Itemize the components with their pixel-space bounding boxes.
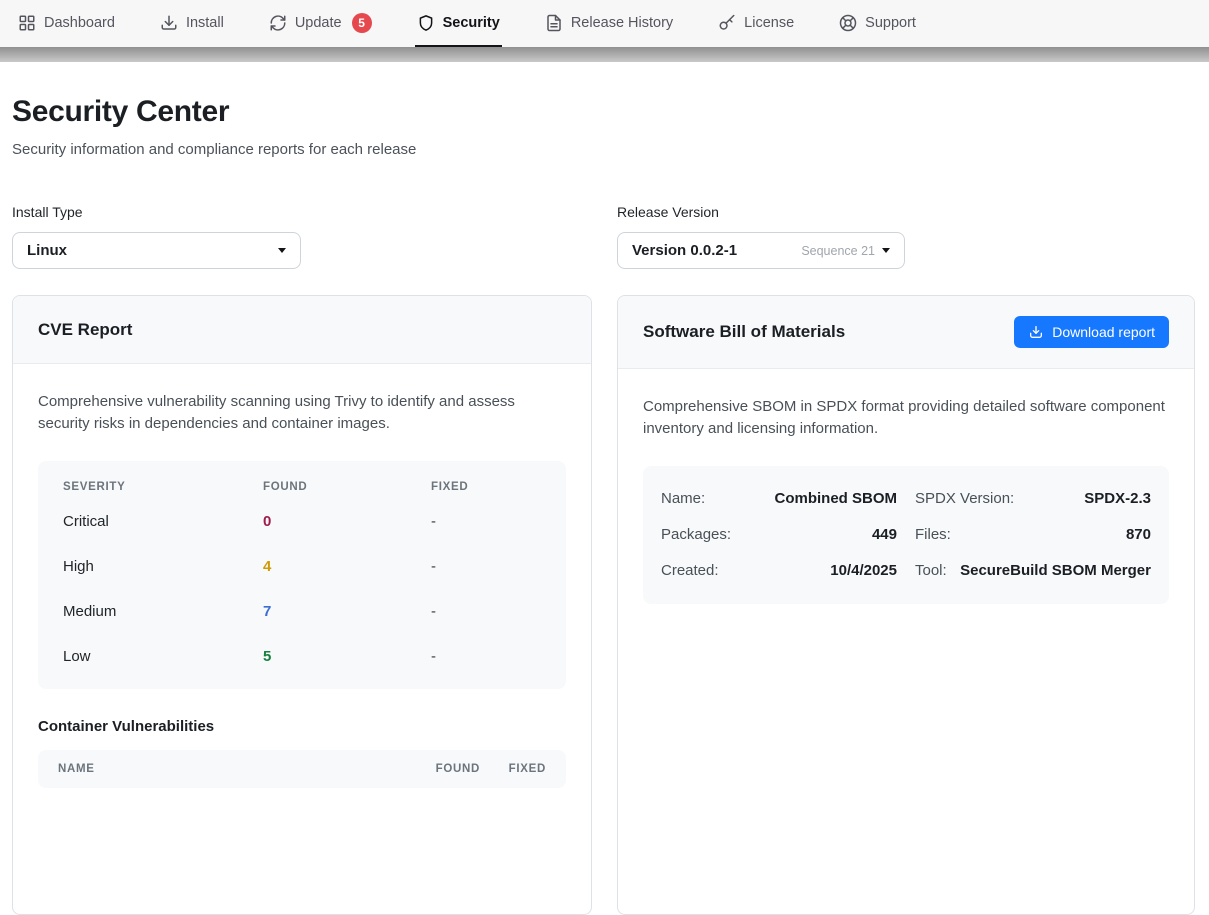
download-icon [1028, 324, 1044, 340]
refresh-icon [269, 14, 287, 32]
cve-card-body: Comprehensive vulnerability scanning usi… [13, 364, 591, 815]
found-col-header: FOUND [263, 481, 431, 493]
page-title: Security Center [12, 95, 1197, 129]
severity-name: Critical [63, 513, 263, 530]
download-report-button[interactable]: Download report [1014, 316, 1169, 348]
install-type-select[interactable]: Linux [12, 232, 301, 269]
table-row: High 4 - [63, 544, 541, 589]
severity-found-count: 5 [263, 648, 431, 665]
nav-item-dashboard[interactable]: Dashboard [16, 0, 117, 47]
nav-label: Update [295, 15, 342, 31]
nav-label: Release History [571, 15, 673, 31]
fixed-col-header: FIXED [431, 481, 541, 493]
update-count-badge: 5 [352, 13, 372, 33]
severity-found-count: 7 [263, 603, 431, 620]
severity-fixed-count: - [431, 648, 541, 665]
shield-icon [417, 14, 435, 32]
sbom-card-header: Software Bill of Materials Download repo… [618, 296, 1194, 369]
main-content: Security Center Security information and… [0, 95, 1209, 915]
severity-found-count: 0 [263, 513, 431, 530]
nav-item-install[interactable]: Install [158, 0, 226, 47]
sbom-detail-files: Files: 870 [915, 517, 1151, 553]
nav-label: Support [865, 15, 916, 31]
cve-card-header: CVE Report [13, 296, 591, 364]
sbom-card: Software Bill of Materials Download repo… [617, 295, 1195, 915]
detail-label: SPDX Version: [915, 490, 1014, 507]
key-icon [718, 14, 736, 32]
nav-label: Security [443, 15, 500, 31]
cards-row: CVE Report Comprehensive vulnerability s… [12, 295, 1197, 915]
detail-value: Combined SBOM [775, 490, 898, 507]
nav-item-license[interactable]: License [716, 0, 796, 47]
cve-description: Comprehensive vulnerability scanning usi… [38, 391, 566, 435]
detail-label: Created: [661, 562, 719, 579]
severity-name: Low [63, 648, 263, 665]
dashboard-icon [18, 14, 36, 32]
download-icon [160, 14, 178, 32]
sbom-description: Comprehensive SBOM in SPDX format provid… [643, 396, 1169, 440]
table-row: Critical 0 - [63, 499, 541, 544]
severity-name: Medium [63, 603, 263, 620]
detail-value: 10/4/2025 [830, 562, 897, 579]
file-text-icon [545, 14, 563, 32]
severity-fixed-count: - [431, 558, 541, 575]
sbom-detail-name: Name: Combined SBOM [661, 481, 897, 517]
install-type-field: Install Type Linux [12, 204, 592, 269]
release-version-value: Version 0.0.2-1 [632, 242, 737, 259]
top-nav: Dashboard Install Update 5 Security Rele… [0, 0, 1209, 47]
nav-label: License [744, 15, 794, 31]
detail-value: SecureBuild SBOM Merger [960, 562, 1151, 579]
sbom-card-title: Software Bill of Materials [643, 322, 845, 342]
severity-col-header: SEVERITY [63, 481, 263, 493]
release-sequence-label: Sequence 21 [801, 244, 875, 258]
nav-item-update[interactable]: Update 5 [267, 0, 374, 47]
life-buoy-icon [839, 14, 857, 32]
cve-card-title: CVE Report [38, 320, 132, 340]
install-type-label: Install Type [12, 204, 592, 220]
nav-item-release-history[interactable]: Release History [543, 0, 675, 47]
fixed-col-header: FIXED [480, 763, 546, 775]
nav-label: Dashboard [44, 15, 115, 31]
chevron-down-icon [882, 248, 890, 253]
page-subtitle: Security information and compliance repo… [12, 141, 1197, 158]
install-type-value: Linux [27, 242, 67, 259]
container-vulnerabilities-title: Container Vulnerabilities [38, 718, 566, 735]
nav-item-security[interactable]: Security [415, 0, 502, 47]
detail-value: SPDX-2.3 [1084, 490, 1151, 507]
chevron-down-icon [278, 248, 286, 253]
release-version-label: Release Version [617, 204, 1195, 220]
detail-value: 870 [1126, 526, 1151, 543]
sbom-card-body: Comprehensive SBOM in SPDX format provid… [618, 369, 1194, 631]
sbom-detail-created: Created: 10/4/2025 [661, 553, 897, 589]
sbom-detail-tool: Tool: SecureBuild SBOM Merger [915, 553, 1151, 589]
severity-fixed-count: - [431, 603, 541, 620]
download-report-label: Download report [1052, 324, 1155, 340]
detail-label: Name: [661, 490, 705, 507]
detail-label: Tool: [915, 562, 947, 579]
severity-name: High [63, 558, 263, 575]
detail-value: 449 [872, 526, 897, 543]
nav-label: Install [186, 15, 224, 31]
scroll-shadow-strip [0, 47, 1209, 62]
sbom-detail-spdx-version: SPDX Version: SPDX-2.3 [915, 481, 1151, 517]
filters-row: Install Type Linux Release Version Versi… [12, 204, 1197, 269]
table-row: Medium 7 - [63, 589, 541, 634]
release-version-field: Release Version Version 0.0.2-1 Sequence… [617, 204, 1195, 269]
detail-label: Packages: [661, 526, 731, 543]
table-row: Low 5 - [63, 634, 541, 679]
name-col-header: NAME [58, 763, 400, 775]
severity-found-count: 4 [263, 558, 431, 575]
sbom-details-grid: Name: Combined SBOM SPDX Version: SPDX-2… [643, 466, 1169, 604]
severity-table-header: SEVERITY FOUND FIXED [63, 469, 541, 499]
nav-item-support[interactable]: Support [837, 0, 918, 47]
found-col-header: FOUND [400, 763, 480, 775]
release-version-select[interactable]: Version 0.0.2-1 Sequence 21 [617, 232, 905, 269]
severity-table: SEVERITY FOUND FIXED Critical 0 - High 4… [38, 461, 566, 689]
container-vulnerabilities-table-header: NAME FOUND FIXED [38, 750, 566, 788]
sbom-detail-packages: Packages: 449 [661, 517, 897, 553]
detail-label: Files: [915, 526, 951, 543]
cve-report-card: CVE Report Comprehensive vulnerability s… [12, 295, 592, 915]
severity-fixed-count: - [431, 513, 541, 530]
